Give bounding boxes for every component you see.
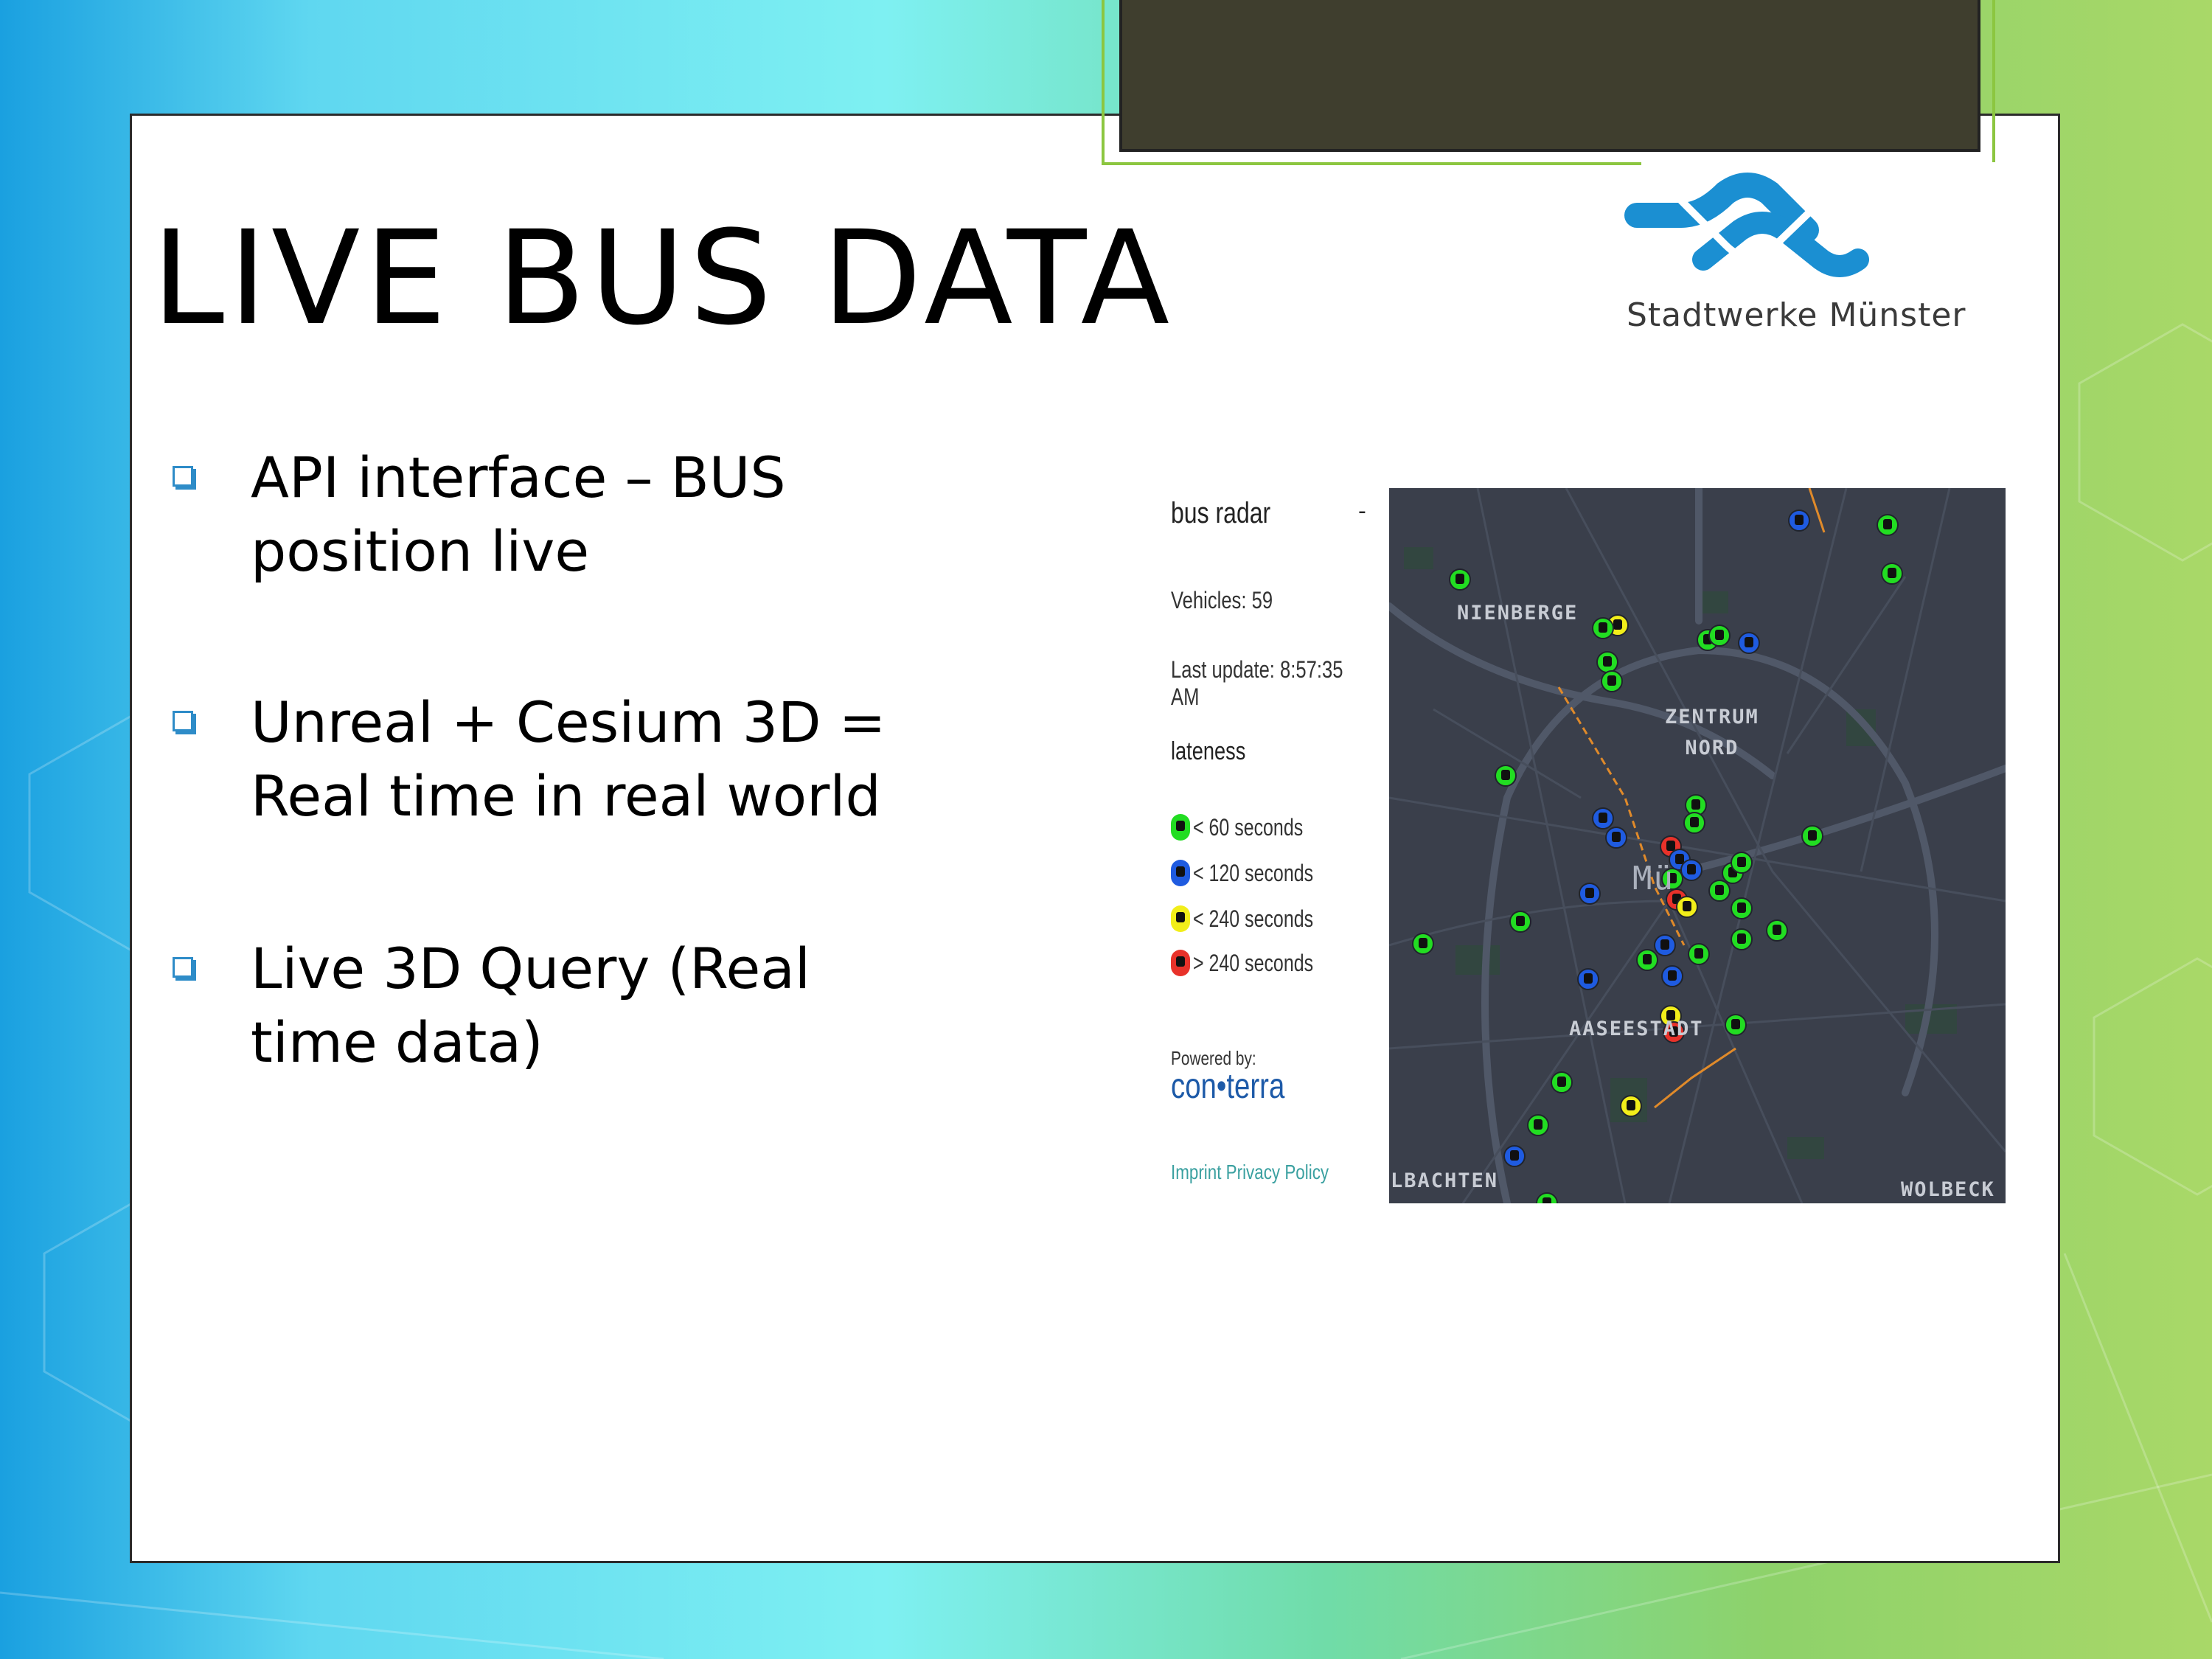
bus-marker[interactable]	[1676, 896, 1698, 918]
bus-green-icon	[1171, 814, 1190, 841]
map-label-zentrum-nord: ZENTRUM NORD	[1665, 706, 1759, 759]
bus-marker[interactable]	[1592, 617, 1614, 639]
map-label-albachten: LBACHTEN	[1391, 1169, 1499, 1192]
bus-marker[interactable]	[1738, 632, 1760, 654]
bus-marker[interactable]	[1725, 1014, 1747, 1036]
bus-marker[interactable]	[1881, 563, 1903, 585]
bus-marker[interactable]	[1708, 880, 1731, 902]
bus-marker[interactable]	[1680, 859, 1703, 881]
bullet-text: Live 3D Query (Real time data)	[251, 936, 810, 1075]
checkbox-bullet-icon	[173, 711, 193, 731]
bus-marker[interactable]	[1412, 933, 1434, 955]
bullet-text: Unreal + Cesium 3D = Real time in real w…	[251, 689, 886, 829]
bus-marker[interactable]	[1605, 827, 1627, 849]
logo-text: Stadtwerke Münster	[1627, 296, 1966, 334]
bus-marker[interactable]	[1731, 852, 1753, 874]
conterra-logo: con•terra	[1171, 1067, 1285, 1106]
bus-marker[interactable]	[1592, 807, 1614, 830]
map-label-center: Mü	[1632, 860, 1674, 897]
bus-radar-title: bus radar	[1171, 497, 1271, 529]
bus-marker[interactable]	[1449, 568, 1471, 591]
bus-marker[interactable]	[1654, 934, 1676, 956]
bus-marker[interactable]	[1495, 765, 1517, 787]
bus-marker[interactable]	[1731, 897, 1753, 919]
bus-marker[interactable]	[1551, 1071, 1573, 1093]
bus-marker[interactable]	[1661, 965, 1683, 987]
legend-label: < 240 seconds	[1193, 905, 1314, 932]
panel-dash: -	[1358, 498, 1366, 524]
bus-yellow-icon	[1171, 905, 1190, 932]
bus-marker[interactable]	[1636, 949, 1658, 971]
checkbox-bullet-icon	[173, 466, 193, 487]
footer-links[interactable]: Imprint Privacy Policy	[1171, 1161, 1329, 1184]
bus-marker[interactable]	[1579, 883, 1601, 905]
bus-map[interactable]: NIENBERGE ZENTRUM NORD Mü AASEESTADT LBA…	[1389, 488, 2006, 1203]
bus-marker[interactable]	[1708, 625, 1731, 647]
bus-marker[interactable]	[1788, 509, 1810, 532]
map-label-wolbeck: WOLBECK	[1901, 1178, 1995, 1201]
bullet-text: API interface – BUS position live	[251, 445, 786, 584]
bus-marker[interactable]	[1536, 1192, 1558, 1203]
last-update: Last update: 8:57:35 AM	[1171, 656, 1343, 710]
checkbox-bullet-icon	[173, 957, 193, 978]
header-bar	[1119, 0, 1980, 152]
bus-marker[interactable]	[1766, 919, 1788, 942]
bus-marker[interactable]	[1509, 911, 1531, 933]
bus-blue-icon	[1171, 860, 1190, 886]
map-label-nienberge: NIENBERGE	[1457, 602, 1579, 625]
bus-marker[interactable]	[1601, 670, 1623, 692]
bus-marker[interactable]	[1577, 968, 1599, 990]
bus-marker[interactable]	[1683, 812, 1705, 834]
bus-marker[interactable]	[1596, 651, 1618, 673]
vehicles-count: Vehicles: 59	[1171, 587, 1273, 613]
bus-marker[interactable]	[1688, 943, 1710, 965]
legend-label: > 240 seconds	[1193, 950, 1314, 976]
slide-title: LIVE BUS DATA	[152, 203, 1175, 354]
bus-red-icon	[1171, 950, 1190, 976]
legend-label: < 120 seconds	[1193, 860, 1314, 886]
bus-marker[interactable]	[1620, 1095, 1642, 1117]
lateness-heading: lateness	[1171, 737, 1246, 765]
bus-marker[interactable]	[1877, 514, 1899, 536]
bus-marker[interactable]	[1801, 825, 1823, 847]
bus-radar-panel: bus radar - Vehicles: 59 Last update: 8:…	[1165, 491, 1386, 1228]
map-label-aaseestadt: AASEESTADT	[1569, 1018, 1704, 1040]
legend-label: < 60 seconds	[1193, 814, 1304, 841]
map-canvas	[1389, 488, 2006, 1203]
bus-marker[interactable]	[1503, 1145, 1526, 1167]
bus-marker[interactable]	[1731, 928, 1753, 950]
bus-marker[interactable]	[1527, 1114, 1549, 1136]
